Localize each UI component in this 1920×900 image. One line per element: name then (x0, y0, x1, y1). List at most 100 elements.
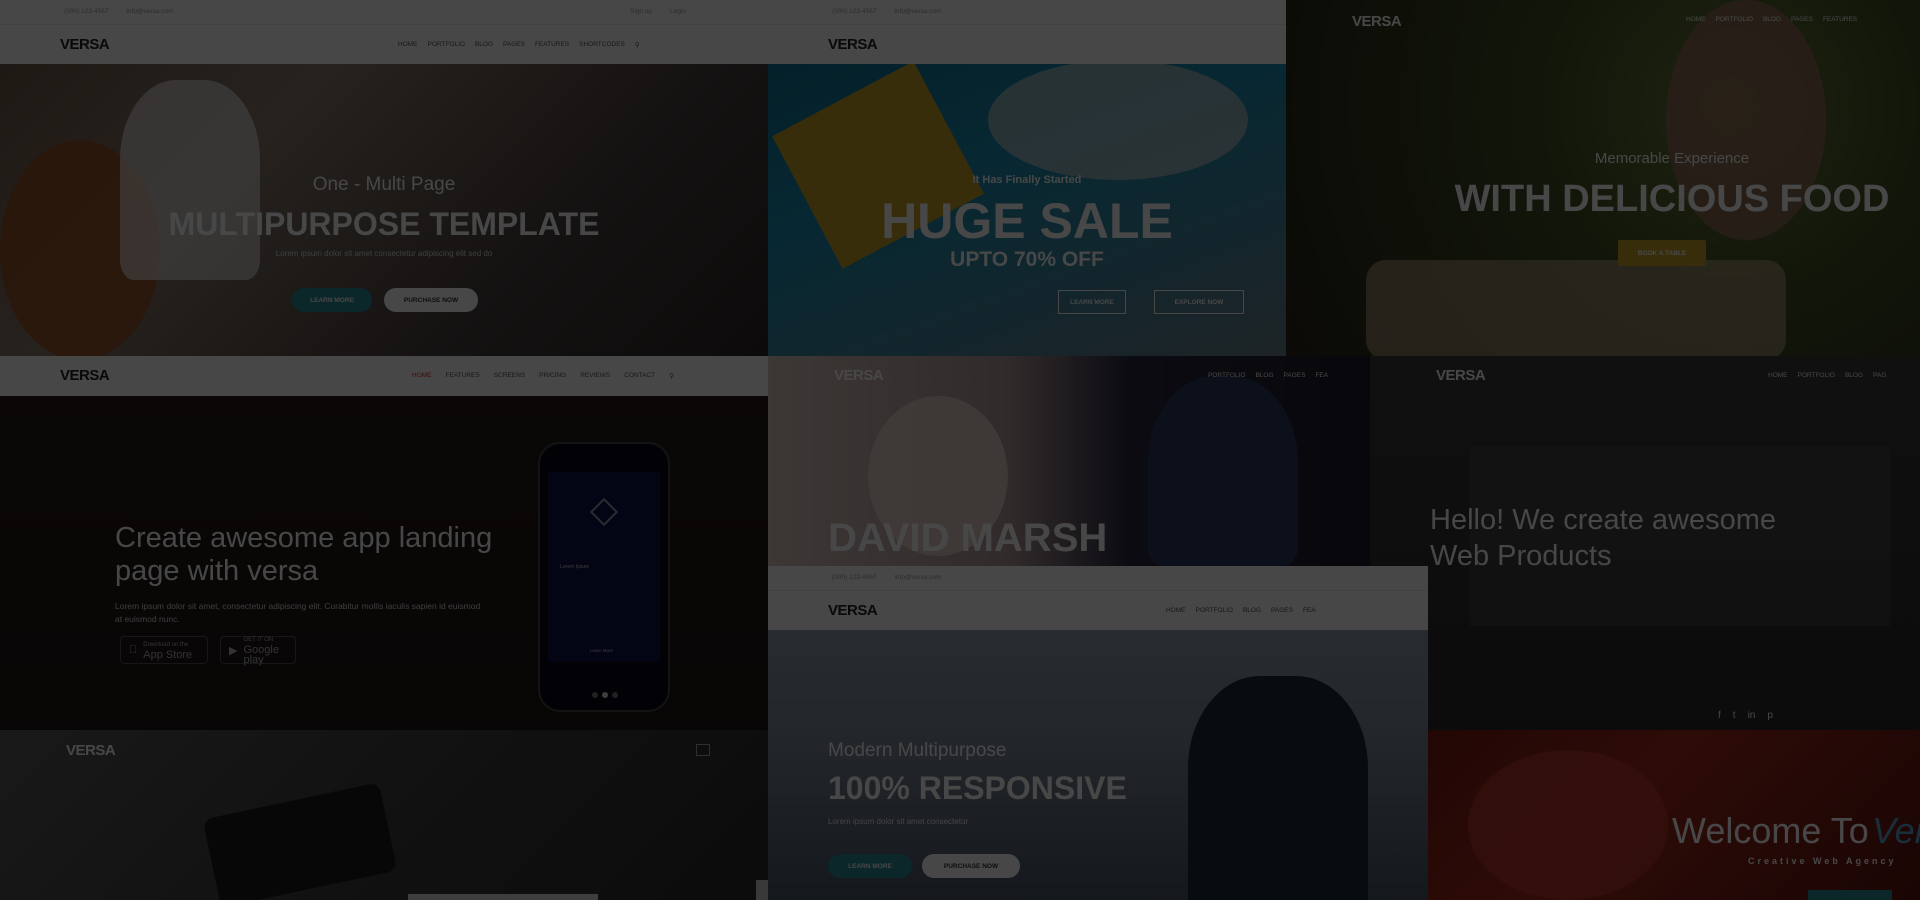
logo[interactable]: VERSA (828, 36, 878, 53)
contact-email[interactable]: info@versa.com (126, 8, 173, 15)
nav-contact[interactable]: CONTACT (624, 372, 655, 380)
purchase-now-button[interactable]: PURCHASE NOW (384, 288, 478, 312)
logo[interactable]: VERSA (1436, 367, 1486, 384)
tile-responsive[interactable]: (000) 123-4567 info@versa.com VERSA HOME… (768, 566, 1428, 900)
explore-now-button[interactable]: EXPLORE NOW (1154, 290, 1244, 314)
learn-more-button[interactable]: LEARN MORE (292, 288, 372, 312)
nav-blog[interactable]: BLOG (1243, 607, 1261, 614)
nav-portfolio[interactable]: PORTFOLIO (1196, 607, 1233, 614)
nav-home[interactable]: HOME (1686, 16, 1706, 23)
nav-blog[interactable]: BLOG (475, 41, 493, 49)
twitter-icon[interactable]: t (1733, 710, 1736, 721)
app-body-text: Lorem ipsum dolor sit amet, consectetur … (115, 601, 481, 624)
nav-screens[interactable]: SCREENS (494, 372, 525, 380)
contact-phone: (000) 123-4567 (64, 8, 109, 15)
carousel-dot[interactable] (592, 692, 598, 698)
logo[interactable]: VERSA (828, 602, 878, 619)
phone-mockup: Lorem Ipsum Learn More (538, 442, 670, 712)
nav-reviews[interactable]: REVIEWS (580, 372, 610, 380)
nav-home[interactable]: HOME (412, 372, 432, 380)
sale-kicker: It Has Finally Started (972, 174, 1082, 186)
nav-blog[interactable]: BLOG (1255, 372, 1273, 379)
tile-agency[interactable]: VERSA HOME PORTFOLIO BLOG PAG Hello! We … (1370, 356, 1920, 730)
apple-icon:  (129, 644, 137, 656)
logo[interactable]: VERSA (834, 367, 884, 384)
contact-phone: (000) 123-4567 (832, 574, 877, 581)
login-link[interactable]: Login (670, 8, 686, 15)
welcome-script-text: Versa (1872, 810, 1920, 851)
tile-app-landing[interactable]: VERSA HOME FEATURES SCREENS PRICING REVI… (0, 356, 768, 730)
nav-shortcodes[interactable]: SHORTCODES (579, 41, 625, 49)
nav-home[interactable]: HOME (1166, 607, 1186, 614)
welcome-button[interactable] (1808, 890, 1892, 900)
scroll-up-handle[interactable] (756, 880, 768, 900)
carousel-dot-active[interactable] (602, 692, 608, 698)
nav-pricing[interactable]: PRICING (539, 372, 566, 380)
app-title-line2: page with versa (115, 555, 319, 587)
nav-features[interactable]: FEATURES (446, 372, 480, 380)
food-table-shape (1366, 260, 1786, 356)
tile-dark-workspace[interactable]: VERSA (0, 730, 768, 900)
demo-collage: (000) 123-4567 info@versa.com Sign up Lo… (0, 0, 1920, 900)
menu-icon[interactable] (696, 744, 710, 756)
nav-portfolio[interactable]: PORTFOLIO (1798, 372, 1835, 379)
nav-home[interactable]: HOME (398, 41, 418, 49)
carousel-dot[interactable] (612, 692, 618, 698)
linkedin-icon[interactable]: in (1748, 710, 1756, 721)
purchase-now-button[interactable]: PURCHASE NOW (922, 854, 1020, 878)
signup-link[interactable]: Sign up (630, 8, 652, 15)
search-icon[interactable]: ⚲ (669, 372, 674, 380)
navbar: VERSA HOME PORTFOLIO BLOG PAGES FEATURES… (0, 24, 768, 64)
scroll-bar[interactable] (408, 894, 598, 900)
nav-features[interactable]: FEA (1303, 607, 1316, 614)
nav-pages[interactable]: PAGES (1284, 372, 1306, 379)
nav-features[interactable]: FEA (1315, 372, 1328, 379)
nav-pages[interactable]: PAGES (1791, 16, 1813, 23)
search-icon[interactable]: ⚲ (635, 41, 640, 49)
logo[interactable]: VERSA (66, 742, 116, 759)
nav-portfolio[interactable]: PORTFOLIO (428, 41, 465, 49)
logo[interactable]: VERSA (60, 36, 110, 53)
nav-pages[interactable]: PAG (1873, 372, 1886, 379)
pinterest-icon[interactable]: p (1767, 710, 1773, 721)
nav-features[interactable]: FEATURES (535, 41, 569, 49)
nav-portfolio[interactable]: PORTFOLIO (1716, 16, 1753, 23)
responsive-kicker: Modern Multipurpose (828, 740, 1007, 761)
navbar: VERSA HOME FEATURES SCREENS PRICING REVI… (0, 356, 768, 396)
nav-blog[interactable]: BLOG (1845, 372, 1863, 379)
tile-welcome[interactable]: Welcome To Versa Creative Web Agency (1428, 730, 1920, 900)
nav-features[interactable]: FEATURES (1823, 16, 1857, 23)
book-table-button[interactable]: BOOK A TABLE (1618, 240, 1706, 266)
tile-sale[interactable]: (000) 123-4567 info@versa.com VERSA It H… (768, 0, 1286, 356)
sale-title: HUGE SALE (881, 193, 1173, 249)
tile-food[interactable]: VERSA HOME PORTFOLIO BLOG PAGES FEATURES… (1286, 0, 1920, 356)
logo[interactable]: VERSA (1352, 13, 1402, 30)
sale-subtitle: UPTO 70% OFF (950, 248, 1104, 271)
facebook-icon[interactable]: f (1718, 710, 1721, 721)
tile-personal[interactable]: VERSA PORTFOLIO BLOG PAGES FEA DAVID MAR… (768, 356, 1370, 566)
agency-title-line1: Hello! We create awesome (1430, 504, 1777, 536)
logo[interactable]: VERSA (60, 367, 110, 384)
tile-multipurpose[interactable]: (000) 123-4567 info@versa.com Sign up Lo… (0, 0, 768, 356)
google-play-label: Google play (243, 644, 279, 666)
contact-email[interactable]: info@versa.com (894, 8, 941, 15)
nav-portfolio[interactable]: PORTFOLIO (1208, 372, 1245, 379)
learn-more-button[interactable]: LEARN MORE (828, 854, 912, 878)
learn-more-button[interactable]: LEARN MORE (1058, 290, 1126, 314)
man-portrait-shape (1148, 376, 1298, 566)
device-shape (202, 782, 398, 900)
food-title: WITH DELICIOUS FOOD (1454, 178, 1890, 220)
nav-blog[interactable]: BLOG (1763, 16, 1781, 23)
agency-title-line2: Web Products (1430, 540, 1612, 572)
nav-pages[interactable]: PAGES (1271, 607, 1293, 614)
navbar: VERSA (768, 24, 1286, 64)
app-store-button[interactable]:  Download on the App Store (120, 636, 208, 664)
nav-pages[interactable]: PAGES (503, 41, 525, 49)
welcome-title: Welcome To (1672, 810, 1869, 851)
contact-email[interactable]: info@versa.com (894, 574, 941, 581)
nav-home[interactable]: HOME (1768, 372, 1788, 379)
google-play-button[interactable]: ▶ GET IT ON Google play (220, 636, 296, 666)
top-info-bar: (000) 123-4567 info@versa.com (768, 566, 1428, 590)
top-info-bar: (000) 123-4567 info@versa.com Sign up Lo… (0, 0, 768, 24)
app-title-line1: Create awesome app landing (115, 522, 493, 554)
